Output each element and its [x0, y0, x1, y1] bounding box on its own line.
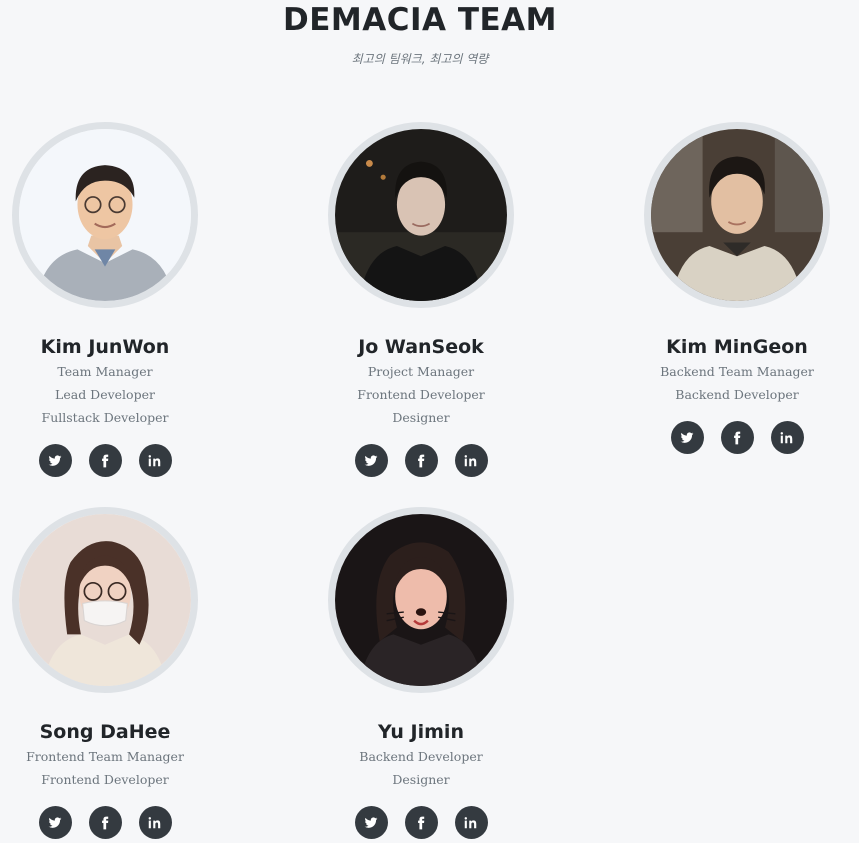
member-role: Designer — [392, 772, 450, 787]
twitter-icon — [680, 431, 694, 443]
member-role: Project Manager — [367, 364, 475, 379]
member-role: Frontend Developer — [41, 772, 169, 787]
avatar — [12, 507, 198, 693]
member-role: Lead Developer — [55, 387, 155, 402]
facebook-icon — [734, 431, 741, 444]
facebook-icon — [102, 816, 109, 829]
member-name: Song DaHee — [39, 721, 171, 743]
linkedin-button[interactable] — [454, 806, 488, 839]
twitter-button[interactable] — [670, 421, 704, 454]
facebook-button[interactable] — [720, 421, 754, 454]
facebook-icon — [102, 454, 109, 467]
twitter-icon — [48, 454, 62, 466]
team-member-card: Jo WanSeok Project Manager Frontend Deve… — [316, 122, 526, 477]
member-role: Frontend Developer — [357, 387, 485, 402]
linkedin-button[interactable] — [770, 421, 804, 454]
member-role: Fullstack Developer — [41, 410, 169, 425]
facebook-icon — [418, 454, 425, 467]
linkedin-icon — [148, 454, 161, 466]
team-member-card: Song DaHee Frontend Team Manager Fronten… — [0, 507, 210, 839]
member-role: Frontend Team Manager — [26, 749, 184, 764]
avatar — [328, 507, 514, 693]
facebook-button[interactable] — [88, 444, 122, 477]
member-role: Backend Developer — [675, 387, 799, 402]
page-title: DEMACIA TEAM — [283, 2, 557, 38]
linkedin-button[interactable] — [138, 806, 172, 839]
twitter-button[interactable] — [354, 806, 388, 839]
team-member-card: Yu Jimin Backend Developer Designer — [316, 507, 526, 839]
avatar — [12, 122, 198, 308]
linkedin-button[interactable] — [138, 444, 172, 477]
facebook-button[interactable] — [404, 444, 438, 477]
facebook-button[interactable] — [404, 806, 438, 839]
twitter-button[interactable] — [38, 806, 72, 839]
linkedin-icon — [464, 816, 477, 828]
twitter-icon — [364, 816, 378, 828]
linkedin-icon — [464, 454, 477, 466]
linkedin-button[interactable] — [454, 444, 488, 477]
page-subtitle: 최고의 팀워크, 최고의 역량 — [351, 52, 489, 66]
twitter-button[interactable] — [354, 444, 388, 477]
linkedin-icon — [780, 431, 793, 443]
member-role: Team Manager — [57, 364, 153, 379]
twitter-icon — [48, 816, 62, 828]
twitter-button[interactable] — [38, 444, 72, 477]
member-name: Yu Jimin — [378, 721, 464, 743]
linkedin-icon — [148, 816, 161, 828]
facebook-icon — [418, 816, 425, 829]
team-member-card: Kim MinGeon Backend Team Manager Backend… — [632, 122, 842, 454]
member-role: Backend Team Manager — [660, 364, 814, 379]
avatar — [644, 122, 830, 308]
member-role: Backend Developer — [359, 749, 483, 764]
team-member-card: Kim JunWon Team Manager Lead Developer F… — [0, 122, 210, 477]
member-name: Kim JunWon — [40, 336, 170, 358]
twitter-icon — [364, 454, 378, 466]
member-name: Kim MinGeon — [666, 336, 808, 358]
facebook-button[interactable] — [88, 806, 122, 839]
avatar — [328, 122, 514, 308]
member-name: Jo WanSeok — [358, 336, 484, 358]
member-role: Designer — [392, 410, 450, 425]
